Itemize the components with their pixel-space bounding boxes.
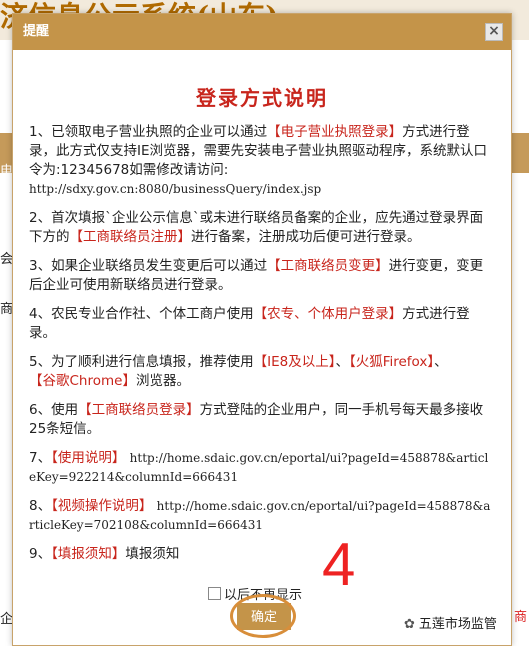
instruction-item: 7、【使用说明】 http://home.sdaic.gov.cn/eporta… [29,449,495,487]
dialog-heading: 登录方式说明 [196,86,328,110]
login-notice-dialog: 提醒 × 登录方式说明 1、已领取电子营业执照的企业可以通过【电子营业执照登录】… [12,13,512,646]
item-text: 6、使用 [29,402,79,418]
instruction-item: 8、【视频操作说明】 http://home.sdaic.gov.cn/epor… [29,497,495,535]
item-text: 1、已领取电子营业执照的企业可以通过 [29,124,268,140]
item-link[interactable]: 【工商联络员注册】 [70,229,192,245]
item-link[interactable]: 【工商联络员登录】 [78,402,200,418]
instruction-item: 6、使用【工商联络员登录】方式登陆的企业用户，同一手机号每天最多接收25条短信。 [29,401,495,439]
item-url[interactable]: http://sdxy.gov.cn:8080/businessQuery/in… [29,182,321,196]
instruction-item: 2、首次填报`企业公示信息`或未进行联络员备案的企业，应先通过登录界面下方的【工… [29,209,495,247]
item-link[interactable]: 【火狐Firefox】 [349,354,434,370]
item-text: 9、 [29,546,52,562]
instruction-item: 5、为了顺利进行信息填报，推荐使用【IE8及以上】、【火狐Firefox】、 【谷… [29,353,495,391]
item-link[interactable]: 【视频操作说明】 [51,498,152,514]
confirm-button[interactable]: 确定 [237,603,291,630]
item-link[interactable]: 【谷歌Chrome】 [29,373,136,389]
dont-show-again-label: 以后不再显示 [224,588,303,603]
item-text: 7、 [29,450,52,466]
close-icon[interactable]: × [485,23,503,41]
watermark-text: 五莲市场监管 [418,617,497,632]
item-text: 进行备案，注册成功后便可进行登录。 [191,229,421,245]
instruction-item: 4、农民专业合作社、个体工商户使用【农专、个体用户登录】方式进行登录。 [29,305,495,343]
item-text: 4、农民专业合作社、个体工商户使用 [29,306,254,322]
wechat-icon: ✿ [404,617,415,632]
item-link[interactable]: 【工商联络员变更】 [267,258,389,274]
instruction-item: 9、【填报须知】填报须知 [29,545,495,564]
item-link[interactable]: 【IE8及以上】 [254,354,336,370]
background-right-label: 商 [513,606,527,625]
step-number-annotation: 4 [322,531,356,598]
item-text: 填报须知 [125,546,180,562]
dialog-titlebar-text: 提醒 [23,24,50,39]
item-link[interactable]: 【电子营业执照登录】 [267,124,402,140]
dont-show-again-checkbox[interactable] [208,587,221,600]
dialog-titlebar: 提醒 × [13,14,511,50]
instruction-item: 3、如果企业联络员发生变更后可以通过【工商联络员变更】进行变更，变更后企业可使用… [29,257,495,295]
item-text: 、 [434,354,448,370]
item-text: 、 [335,354,349,370]
item-text: 浏览器。 [135,373,190,389]
item-text: 3、如果企业联络员发生变更后可以通过 [29,258,268,274]
instruction-item: 1、已领取电子营业执照的企业可以通过【电子营业执照登录】方式进行登录，此方式仅支… [29,123,495,199]
item-text: 5、为了顺利进行信息填报，推荐使用 [29,354,254,370]
dont-show-again[interactable]: 以后不再显示 [208,584,302,603]
item-link[interactable]: 【使用说明】 [51,450,125,466]
item-link[interactable]: 【农专、个体用户登录】 [254,306,403,322]
watermark: ✿ 五莲市场监管 [400,612,501,633]
item-text: 8、 [29,498,52,514]
item-link[interactable]: 【填报须知】 [51,546,125,562]
instruction-list: 1、已领取电子营业执照的企业可以通过【电子营业执照登录】方式进行登录，此方式仅支… [13,111,511,564]
